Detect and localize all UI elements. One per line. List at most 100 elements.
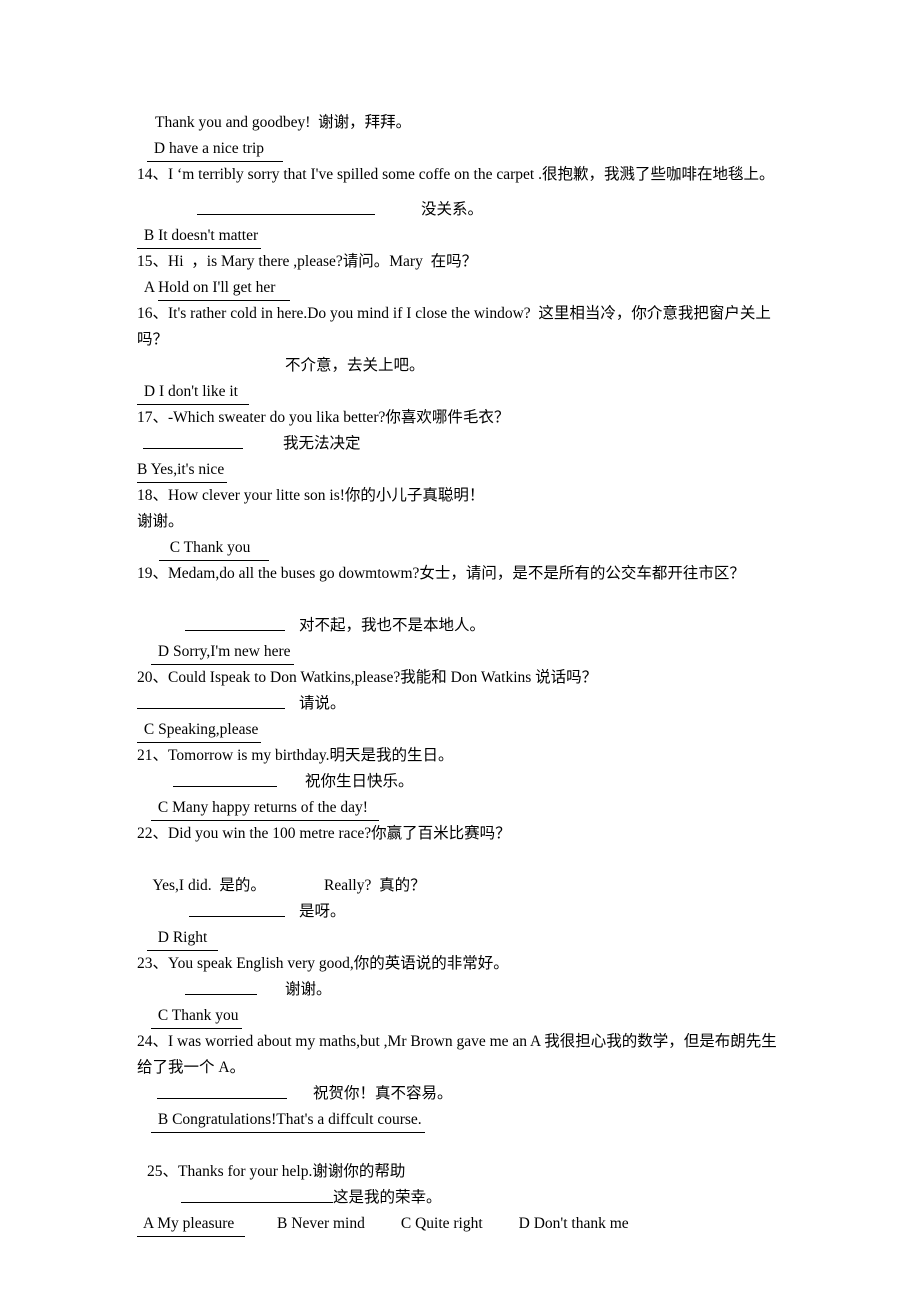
reply-text: 这是我的荣幸。 (333, 1189, 442, 1206)
answer-blank (185, 979, 257, 995)
question-text: Could Ispeak to Don Watkins,please?我能和 D… (168, 669, 598, 686)
answer-key: C Many happy returns of the day! (151, 797, 379, 821)
answer-blank (157, 1083, 287, 1099)
question-number: 19、 (137, 565, 169, 582)
answer-blank (137, 693, 285, 709)
answer-row-17: B Yes,it's nice (137, 457, 790, 483)
question-24: 24、I was worried about my maths,but ,Mr … (137, 1029, 790, 1081)
answer-key: C Speaking,please (137, 719, 262, 743)
question-text: Did you win the 100 metre race?你赢了百米比赛吗？ (168, 825, 511, 842)
question-22: 22、Did you win the 100 metre race?你赢了百米比… (137, 821, 790, 847)
question-number: 14、 (137, 166, 169, 183)
reply-text: 没关系。 (421, 201, 484, 218)
reply-text: 谢谢。 (285, 981, 332, 998)
question-19: 19、Medam,do all the buses go dowmtowm?女士… (137, 561, 790, 587)
question-14: 14、I ‘m terribly sorry that I've spilled… (137, 162, 790, 188)
answer-key: C Thank you (151, 1005, 242, 1029)
question-text: It's rather cold in here.Do you mind if … (137, 305, 771, 348)
reply-row-19: 对不起，我也不是本地人。 (137, 613, 790, 639)
document-body: Thank you and goodbey! 谢谢，拜拜。 D have a n… (137, 110, 790, 1237)
answer-row-19: D Sorry,I'm new here (137, 639, 790, 665)
question-text: Medam,do all the buses go dowmtowm?女士，请问… (168, 565, 745, 582)
answer-row-20: C Speaking,please (137, 717, 790, 743)
reply-text: 祝你生日快乐。 (305, 773, 414, 790)
question-text: -Which sweater do you lika better?你喜欢哪件毛… (168, 409, 510, 426)
question-number: 23、 (137, 955, 169, 972)
question-text: Tomorrow is my birthday.明天是我的生日。 (168, 747, 454, 764)
answer-blank (143, 433, 243, 449)
question-number: 21、 (137, 747, 169, 764)
question-number: 24、 (137, 1033, 169, 1050)
question-text: You speak English very good,你的英语说的非常好。 (168, 955, 509, 972)
answer-key: Hold on I'll get her (158, 277, 291, 301)
reply-row-16: 不介意，去关上吧。 (137, 353, 790, 379)
answer-blank (181, 1187, 333, 1203)
answer-row-15: A Hold on I'll get her (137, 275, 790, 301)
reply-row-17: 我无法决定 (137, 431, 790, 457)
question-text: I was worried about my maths,but ,Mr Bro… (137, 1033, 777, 1076)
reply-text: 不介意，去关上吧。 (285, 357, 425, 374)
document-page: Thank you and goodbey! 谢谢，拜拜。 D have a n… (0, 0, 920, 1302)
question-number: 18、 (137, 487, 169, 504)
answer-key: D Sorry,I'm new here (151, 641, 294, 665)
question-text: How clever your litte son is!你的小儿子真聪明！ (168, 487, 485, 504)
question-17: 17、-Which sweater do you lika better?你喜欢… (137, 405, 790, 431)
reply-row-20: 请说。 (137, 691, 790, 717)
option-d[interactable]: D Don't thank me (519, 1215, 629, 1232)
reply-row-23: 谢谢。 (137, 977, 790, 1003)
question-number: 22、 (137, 825, 169, 842)
reply-row-24: 祝贺你！真不容易。 (137, 1081, 790, 1107)
reply-text: 我无法决定 (283, 435, 361, 452)
answer-key: B Yes,it's nice (137, 459, 228, 483)
question-text: Thanks for your help.谢谢你的帮助 (178, 1163, 406, 1180)
answer-row-23: C Thank you (137, 1003, 790, 1029)
answer-key: B It doesn't matter (137, 225, 262, 249)
reply-text: 对不起，我也不是本地人。 (299, 617, 486, 634)
question-16: 16、It's rather cold in here.Do you mind … (137, 301, 790, 353)
question-18: 18、How clever your litte son is!你的小儿子真聪明… (137, 483, 790, 509)
answer-key: D Right (147, 927, 219, 951)
answer-row-16: D I don't like it (137, 379, 790, 405)
answer-blank (197, 199, 375, 215)
answer-key: D have a nice trip (147, 138, 283, 162)
answer-blank (189, 901, 285, 917)
answer-row-24: B Congratulations!That's a diffcult cour… (137, 1107, 790, 1133)
answer-row-21: C Many happy returns of the day! (137, 795, 790, 821)
reply-row-21: 祝你生日快乐。 (137, 769, 790, 795)
question-15: 15、Hi ，is Mary there ,please?请问。Mary 在吗？ (137, 249, 790, 275)
option-c[interactable]: C Quite right (401, 1215, 483, 1232)
question-21: 21、Tomorrow is my birthday.明天是我的生日。 (137, 743, 790, 769)
answer-blank (173, 771, 277, 787)
question-number: 25、 (147, 1163, 179, 1180)
reply-text: 是呀。 (299, 903, 346, 920)
intro-dialogue-line: Thank you and goodbey! 谢谢，拜拜。 (155, 114, 412, 131)
option-a[interactable]: A My pleasure (137, 1213, 246, 1237)
answer-key: C Thank you (159, 537, 269, 561)
reply-text: 谢谢。 (137, 513, 184, 530)
question-number: 17、 (137, 409, 169, 426)
options-row-25: A My pleasure B Never mind C Quite right D… (137, 1211, 790, 1237)
option-b[interactable]: B Never mind (277, 1215, 365, 1232)
answer-row-18: C Thank you (137, 535, 790, 561)
question-text: Hi ，is Mary there ,please?请问。Mary 在吗？ (168, 253, 478, 270)
answer-blank (185, 615, 285, 631)
question-23: 23、You speak English very good,你的英语说的非常好… (137, 951, 790, 977)
answer-letter: A (137, 279, 159, 296)
reply-row-18: 谢谢。 (137, 509, 790, 535)
answer-key: D I don't like it (137, 381, 249, 405)
question-25: 25、Thanks for your help.谢谢你的帮助 (137, 1159, 790, 1185)
question-number: 16、 (137, 305, 169, 322)
question-text: I ‘m terribly sorry that I've spilled so… (168, 166, 775, 183)
reply-row-25: 这是我的荣幸。 (137, 1185, 790, 1211)
reply-row-14: 没关系。 (137, 197, 790, 223)
answer-row-14: B It doesn't matter (137, 223, 790, 249)
answer-key: B Congratulations!That's a diffcult cour… (151, 1109, 425, 1133)
question-number: 15、 (137, 253, 169, 270)
reply-text: 祝贺你！真不容易。 (313, 1085, 453, 1102)
reply-text: 请说。 (299, 695, 346, 712)
question-20: 20、Could Ispeak to Don Watkins,please?我能… (137, 665, 790, 691)
